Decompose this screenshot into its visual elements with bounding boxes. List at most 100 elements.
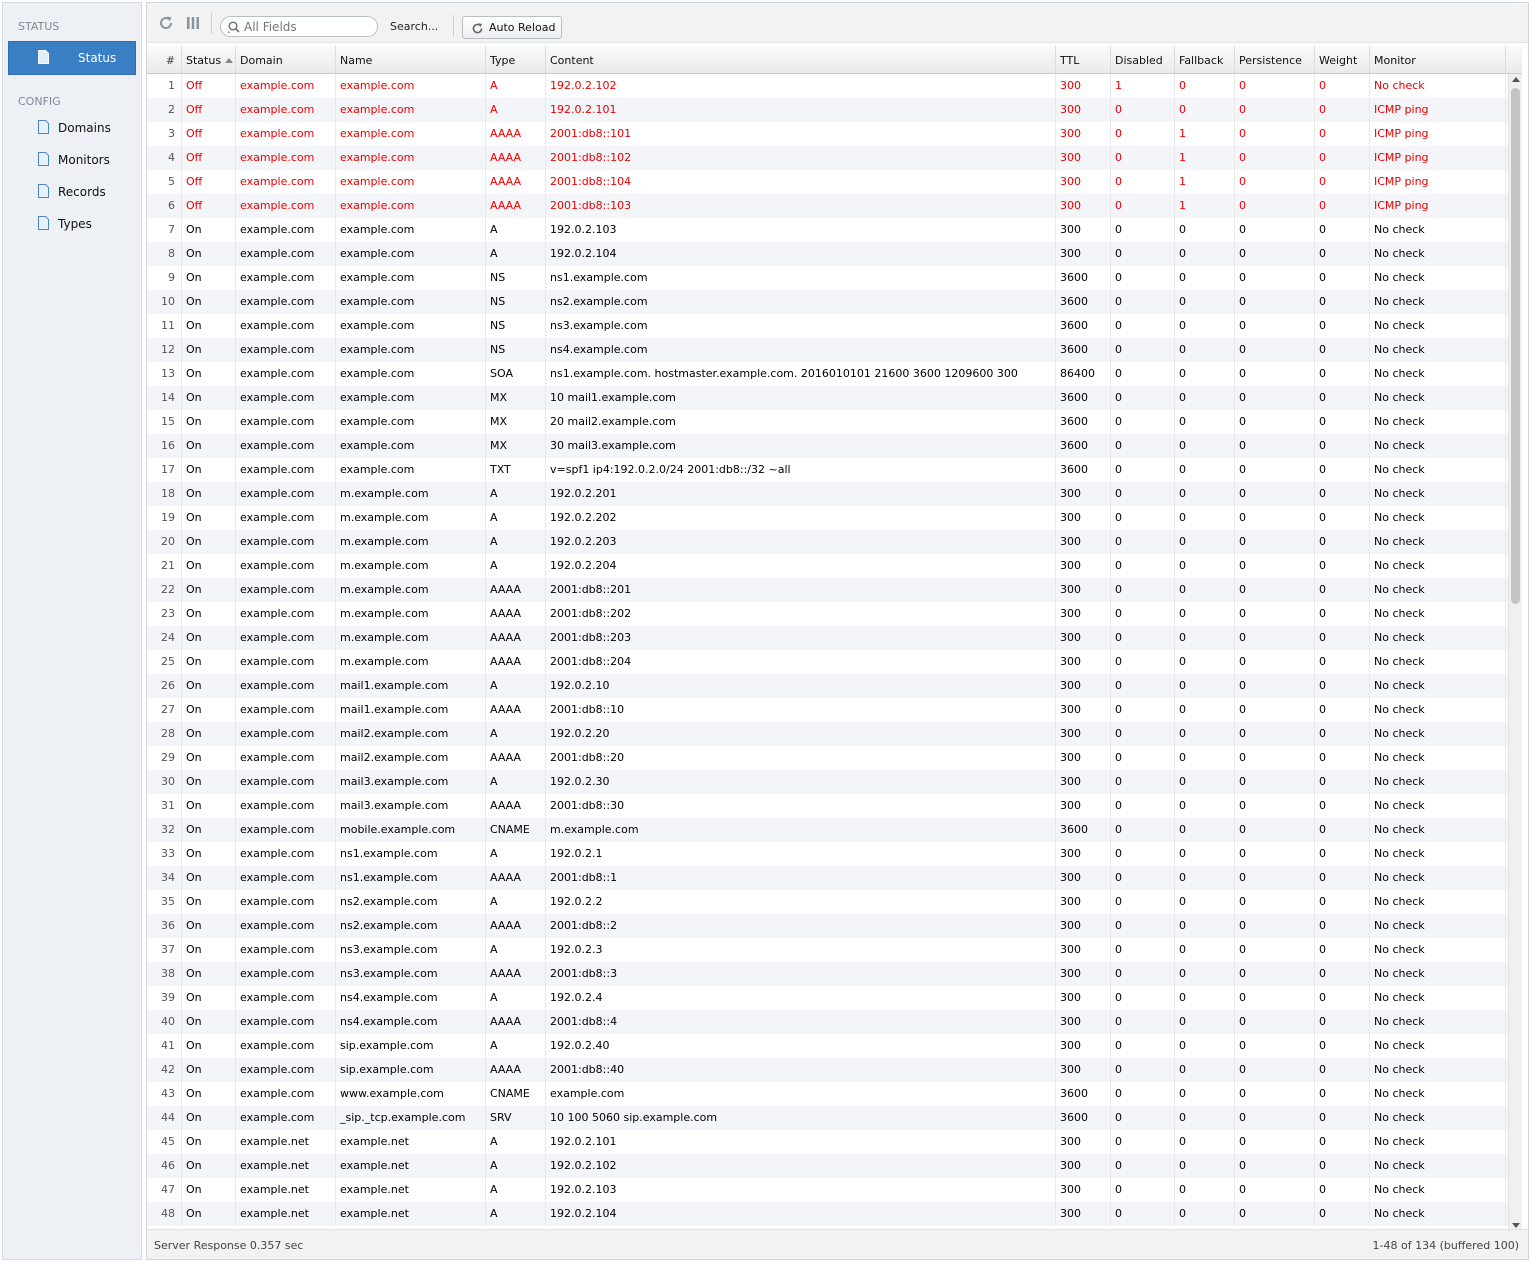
search-button[interactable]: Search... [390,20,438,33]
cell-index: 2 [147,98,182,122]
sidebar-item-types[interactable]: Types [3,208,141,240]
table-row[interactable]: 16 On example.com example.com MX 30 mail3.exa… [147,434,1510,458]
cell-name: example.com [336,122,486,146]
cell-content: 2001:db8::2 [546,914,1056,938]
cell-disabled: 0 [1111,1034,1175,1058]
table-row[interactable]: 6 Off example.com example.com AAAA 2001:db8::… [147,194,1510,218]
column-header-weight[interactable]: Weight [1315,46,1370,73]
column-header-persistence[interactable]: Persistence [1235,46,1315,73]
table-row[interactable]: 42 On example.com sip.example.com AAAA 2001:d… [147,1058,1510,1082]
cell-persistence: 0 [1235,362,1315,386]
search-input[interactable] [244,18,372,35]
table-row[interactable]: 22 On example.com m.example.com AAAA 2001:db8… [147,578,1510,602]
column-header-content[interactable]: Content [546,46,1056,73]
table-row[interactable]: 46 On example.net example.net A 192.0.2.102 30… [147,1154,1510,1178]
table-row[interactable]: 39 On example.com ns4.example.com A 192.0.2.4… [147,986,1510,1010]
table-row[interactable]: 9 On example.com example.com NS ns1.example.c… [147,266,1510,290]
table-row[interactable]: 3 Off example.com example.com AAAA 2001:db8::… [147,122,1510,146]
table-row[interactable]: 40 On example.com ns4.example.com AAAA 2001:d… [147,1010,1510,1034]
table-row[interactable]: 24 On example.com m.example.com AAAA 2001:db8… [147,626,1510,650]
auto-reload-button[interactable]: Auto Reload [462,16,562,39]
column-header-name[interactable]: Name [336,46,486,73]
search-box[interactable] [220,16,378,37]
table-row[interactable]: 17 On example.com example.com TXT v=spf1 ip4:… [147,458,1510,482]
table-row[interactable]: 15 On example.com example.com MX 20 mail2.exa… [147,410,1510,434]
table-row[interactable]: 33 On example.com ns1.example.com A 192.0.2.1… [147,842,1510,866]
sidebar-item-monitors[interactable]: Monitors [3,144,141,176]
table-row[interactable]: 14 On example.com example.com MX 10 mail1.exa… [147,386,1510,410]
column-header-status[interactable]: Status [182,46,236,73]
sidebar-item-domains[interactable]: Domains [3,112,141,144]
table-row[interactable]: 38 On example.com ns3.example.com AAAA 2001:d… [147,962,1510,986]
reload-icon[interactable] [158,15,174,31]
cell-index: 40 [147,1010,182,1034]
cell-weight: 0 [1315,698,1370,722]
columns-icon[interactable] [185,15,201,31]
scrollbar-thumb[interactable] [1511,88,1520,604]
table-row[interactable]: 5 Off example.com example.com AAAA 2001:db8::… [147,170,1510,194]
table-row[interactable]: 10 On example.com example.com NS ns2.example.… [147,290,1510,314]
sidebar-item-status[interactable]: Status [8,41,136,75]
table-row[interactable]: 27 On example.com mail1.example.com AAAA 2001… [147,698,1510,722]
table-row[interactable]: 4 Off example.com example.com AAAA 2001:db8::… [147,146,1510,170]
cell-disabled: 0 [1111,794,1175,818]
table-row[interactable]: 11 On example.com example.com NS ns3.example.… [147,314,1510,338]
table-row[interactable]: 20 On example.com m.example.com A 192.0.2.203… [147,530,1510,554]
column-header-fallback[interactable]: Fallback [1175,46,1235,73]
table-row[interactable]: 43 On example.com www.example.com CNAME examp… [147,1082,1510,1106]
cell-domain: example.com [236,338,336,362]
table-row[interactable]: 7 On example.com example.com A 192.0.2.103 300… [147,218,1510,242]
cell-domain: example.com [236,1106,336,1130]
table-row[interactable]: 18 On example.com m.example.com A 192.0.2.201… [147,482,1510,506]
table-row[interactable]: 35 On example.com ns2.example.com A 192.0.2.2… [147,890,1510,914]
table-row[interactable]: 26 On example.com mail1.example.com A 192.0.2… [147,674,1510,698]
cell-disabled: 0 [1111,122,1175,146]
cell-status: On [182,506,236,530]
column-header-monitor[interactable]: Monitor [1370,46,1506,73]
table-row[interactable]: 21 On example.com m.example.com A 192.0.2.204… [147,554,1510,578]
cell-status: On [182,530,236,554]
cell-content: 192.0.2.104 [546,242,1056,266]
cell-monitor: No check [1370,482,1506,506]
table-row[interactable]: 37 On example.com ns3.example.com A 192.0.2.3… [147,938,1510,962]
table-row[interactable]: 29 On example.com mail2.example.com AAAA 2001… [147,746,1510,770]
column-header-type[interactable]: Type [486,46,546,73]
cell-domain: example.com [236,818,336,842]
table-row[interactable]: 28 On example.com mail2.example.com A 192.0.2… [147,722,1510,746]
table-row[interactable]: 31 On example.com mail3.example.com AAAA 2001… [147,794,1510,818]
table-row[interactable]: 36 On example.com ns2.example.com AAAA 2001:d… [147,914,1510,938]
table-row[interactable]: 34 On example.com ns1.example.com AAAA 2001:d… [147,866,1510,890]
table-row[interactable]: 44 On example.com _sip._tcp.example.com SRV 1… [147,1106,1510,1130]
table-row[interactable]: 1 Off example.com example.com A 192.0.2.102 30… [147,74,1510,98]
table-row[interactable]: 19 On example.com m.example.com A 192.0.2.202… [147,506,1510,530]
table-row[interactable]: 45 On example.net example.net A 192.0.2.101 30… [147,1130,1510,1154]
cell-domain: example.com [236,890,336,914]
cell-content: 192.0.2.102 [546,1154,1056,1178]
scroll-up-icon[interactable] [1511,74,1521,86]
table-row[interactable]: 23 On example.com m.example.com AAAA 2001:db8… [147,602,1510,626]
column-header-domain[interactable]: Domain [236,46,336,73]
cell-content: 192.0.2.101 [546,98,1056,122]
table-row[interactable]: 12 On example.com example.com NS ns4.example.… [147,338,1510,362]
sidebar-item-records[interactable]: Records [3,176,141,208]
cell-index: 10 [147,290,182,314]
table-row[interactable]: 13 On example.com example.com SOA ns1.example… [147,362,1510,386]
cell-ttl: 3600 [1056,290,1111,314]
cell-content: 192.0.2.1 [546,842,1056,866]
column-header-ttl[interactable]: TTL [1056,46,1111,73]
cell-weight: 0 [1315,74,1370,98]
column-header-index[interactable]: # [147,46,182,73]
cell-ttl: 300 [1056,1034,1111,1058]
table-row[interactable]: 41 On example.com sip.example.com A 192.0.2.4… [147,1034,1510,1058]
vertical-scrollbar[interactable] [1508,74,1522,1231]
table-row[interactable]: 48 On example.net example.net A 192.0.2.104 30… [147,1202,1510,1226]
table-row[interactable]: 47 On example.net example.net A 192.0.2.103 30… [147,1178,1510,1202]
table-row[interactable]: 8 On example.com example.com A 192.0.2.104 300… [147,242,1510,266]
table-row[interactable]: 30 On example.com mail3.example.com A 192.0.2… [147,770,1510,794]
column-header-disabled[interactable]: Disabled [1111,46,1175,73]
table-row[interactable]: 2 Off example.com example.com A 192.0.2.101 30… [147,98,1510,122]
cell-status: On [182,386,236,410]
table-row[interactable]: 25 On example.com m.example.com AAAA 2001:db8… [147,650,1510,674]
table-row[interactable]: 32 On example.com mobile.example.com CNAME m.… [147,818,1510,842]
cell-monitor: No check [1370,674,1506,698]
